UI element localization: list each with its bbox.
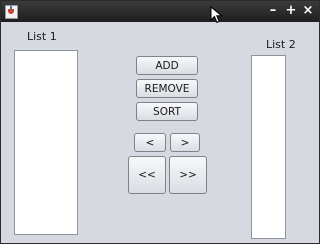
list-1-box[interactable] [14,50,78,235]
maximize-button[interactable]: + [283,3,299,19]
close-button[interactable]: × [300,3,316,19]
add-button[interactable]: ADD [136,56,198,75]
remove-button[interactable]: REMOVE [136,79,198,98]
app-window: – + × List 1 List 2 ADD REMOVE SORT < > … [0,0,320,244]
list-1-label: List 1 [27,30,57,43]
list-2-label: List 2 [266,38,296,51]
java-app-icon [5,5,18,19]
minimize-button[interactable]: – [265,3,281,19]
move-all-right-button[interactable]: >> [169,156,207,194]
mouse-pointer-icon [210,6,223,24]
move-all-left-button[interactable]: << [128,156,166,194]
move-left-button[interactable]: < [134,133,166,152]
move-right-button[interactable]: > [170,133,200,152]
sort-button[interactable]: SORT [136,102,198,121]
title-bar[interactable]: – + × [1,1,319,22]
list-2-box[interactable] [251,55,286,239]
